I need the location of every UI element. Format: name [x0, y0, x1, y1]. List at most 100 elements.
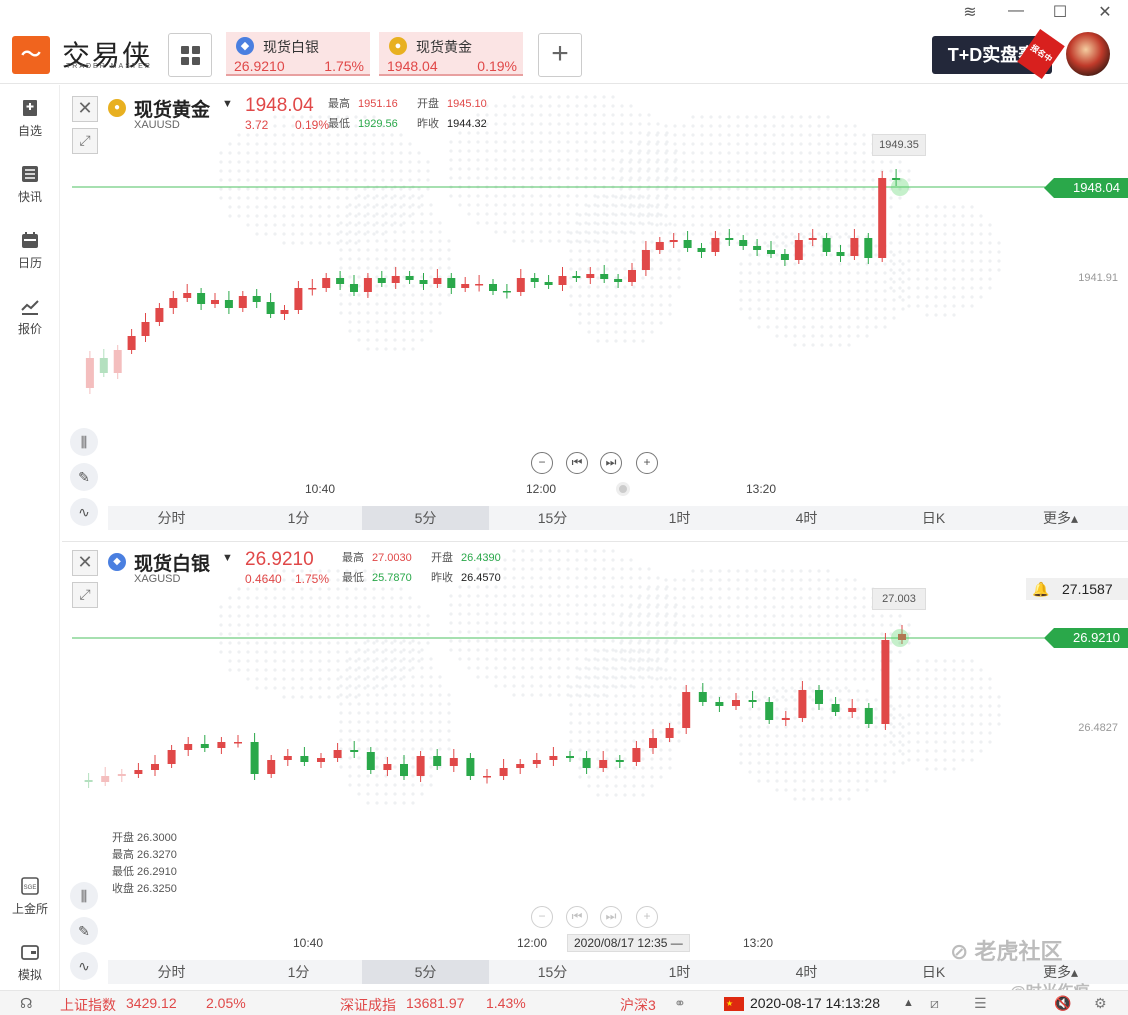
candle-up — [655, 237, 664, 254]
index-sz-label[interactable]: 深证成指 — [340, 995, 396, 1015]
zoom-out-button[interactable]: − — [531, 452, 553, 474]
skip-forward-button[interactable]: ⏭ — [600, 452, 622, 474]
tab-period[interactable]: 1时 — [616, 506, 743, 530]
mute-icon[interactable]: 🔇 — [1054, 995, 1071, 1012]
candle-up — [781, 711, 790, 726]
current-price-tag: 26.9210 — [1044, 628, 1128, 648]
maximize-icon[interactable]: ☐ — [1048, 2, 1072, 22]
candle-down — [864, 703, 873, 728]
link-icon[interactable]: ⚭ — [674, 995, 686, 1012]
tab-period[interactable]: 4时 — [743, 506, 870, 530]
expand-icon[interactable]: ⤢ — [72, 582, 98, 608]
candle-down — [697, 243, 706, 258]
bell-icon[interactable]: 🔔 — [1032, 578, 1049, 600]
tab-period[interactable]: 15分 — [489, 960, 616, 984]
candle-style-icon[interactable]: ⫼ — [70, 428, 98, 456]
tab-period[interactable]: 日K — [870, 506, 997, 530]
tab-silver-change: 1.75% — [324, 58, 364, 74]
headset-icon[interactable]: ☊ — [20, 995, 32, 1012]
candle-up — [134, 763, 143, 778]
skip-forward-button[interactable]: ⏭ — [600, 906, 622, 928]
candle-down — [99, 349, 108, 377]
settings-icon[interactable]: ⚙ — [1094, 995, 1107, 1012]
sidebar-item-label: 自选 — [17, 124, 42, 138]
candle-up — [878, 171, 887, 262]
candle-down — [780, 249, 789, 266]
skip-back-button[interactable]: ⏮ — [566, 452, 588, 474]
watermark-text: 老虎社区 — [974, 939, 1063, 964]
tab-gold-change: 0.19% — [477, 58, 517, 74]
tab-period[interactable]: 分时 — [108, 960, 235, 984]
candle-down — [250, 733, 259, 780]
reference-price: 26.4827 — [1078, 722, 1118, 734]
tab-period[interactable]: 1分 — [235, 506, 362, 530]
chevron-up-icon[interactable]: ▲ — [903, 997, 914, 1009]
silver-icon: ◆ — [236, 37, 254, 55]
tab-period[interactable]: 15分 — [489, 506, 616, 530]
gold-candlestick-chart[interactable] — [62, 88, 1128, 540]
promo-tag: 报名中 — [1017, 29, 1065, 79]
candle-down — [366, 747, 375, 774]
tab-period-active[interactable]: 5分 — [362, 960, 489, 984]
tab-silver[interactable]: ◆ 现货白银 26.9210 1.75% — [226, 32, 370, 76]
watermark: ⊘ 老虎社区 — [950, 939, 1063, 964]
tab-period-active[interactable]: 5分 — [362, 506, 489, 530]
candle-down — [748, 691, 757, 708]
index-sh-label[interactable]: 上证指数 — [60, 995, 116, 1015]
layers-icon[interactable]: ≋ — [958, 2, 982, 22]
close-panel-button[interactable]: ✕ — [72, 550, 98, 576]
app-name-en: TRADER MASTER — [66, 63, 152, 70]
avatar[interactable] — [1066, 32, 1110, 76]
sidebar-item-quotes[interactable]: 报价 — [0, 297, 60, 337]
pencil-icon[interactable]: ✎ — [70, 463, 98, 491]
candle-down — [350, 275, 358, 296]
period-bar: 分时 1分 5分 15分 1时 4时 日K 更多▴ — [108, 506, 1128, 530]
sidebar-item-calendar[interactable]: 日历 — [0, 231, 60, 271]
tab-gold[interactable]: ● 现货黄金 1948.04 0.19% — [379, 32, 523, 76]
crosshair-time-label: 2020/08/17 12:35 — — [567, 934, 690, 952]
expand-icon[interactable]: ⤢ — [72, 128, 98, 154]
add-tab-button[interactable]: + — [538, 33, 582, 77]
tab-period[interactable]: 4时 — [743, 960, 870, 984]
zoom-in-button[interactable]: + — [636, 906, 658, 928]
indicator-icon[interactable]: ∿ — [70, 498, 98, 526]
gold-chart-panel: ✕ ⤢ ● 现货黄金 ▼ XAUUSD 1948.04 3.72 0.19% 最… — [62, 88, 1128, 540]
chevron-down-icon[interactable]: ▼ — [222, 98, 233, 110]
chevron-down-icon[interactable]: ▼ — [222, 552, 233, 564]
sidebar-item-sge[interactable]: SGE 上金所 — [0, 877, 60, 917]
zoom-out-button[interactable]: − — [531, 906, 553, 928]
candle-down — [405, 271, 414, 284]
symbol-name[interactable]: 现货黄金 — [134, 95, 210, 122]
candle-style-icon[interactable]: ⫼ — [70, 882, 98, 910]
sidebar-item-watchlist[interactable]: 自选 — [0, 99, 60, 139]
promo-banner[interactable]: T+D实盘赛 报名中 — [932, 29, 1065, 79]
pencil-icon[interactable]: ✎ — [70, 917, 98, 945]
layout-grid-button[interactable] — [168, 33, 212, 77]
tab-period[interactable]: 1分 — [235, 960, 362, 984]
skip-back-button[interactable]: ⏮ — [566, 906, 588, 928]
tab-period[interactable]: 1时 — [616, 960, 743, 984]
candle-up — [217, 737, 226, 754]
zoom-in-button[interactable]: + — [636, 452, 658, 474]
close-icon[interactable]: ✕ — [1093, 2, 1117, 22]
candle-up — [383, 757, 392, 776]
sidebar-item-news[interactable]: 快讯 — [0, 165, 60, 205]
candle-down — [715, 697, 724, 712]
tab-gold-name: 现货黄金 — [416, 39, 472, 55]
sidebar-item-label: 报价 — [17, 322, 42, 336]
tab-period-more[interactable]: 更多▴ — [997, 506, 1124, 530]
index-hs-label[interactable]: 沪深3 — [620, 995, 656, 1015]
close-panel-button[interactable]: ✕ — [72, 96, 98, 122]
silver-candlestick-chart[interactable] — [62, 542, 1128, 994]
minimize-icon[interactable]: — — [1004, 2, 1028, 20]
indicator-icon[interactable]: ∿ — [70, 952, 98, 980]
symbol-name[interactable]: 现货白银 — [134, 549, 210, 576]
sidebar-item-simulate[interactable]: 模拟 — [0, 943, 60, 983]
scroll-handle[interactable] — [616, 482, 630, 496]
fullscreen-icon[interactable]: ⧄ — [930, 995, 939, 1012]
menu-icon[interactable]: ☰ — [974, 995, 987, 1012]
top-bar: 〜 交易侠 TRADER MASTER ◆ 现货白银 26.9210 1.75%… — [0, 0, 1128, 84]
ohlc-open: 开盘 26.3000 — [112, 832, 177, 844]
tab-period[interactable]: 分时 — [108, 506, 235, 530]
price-alert[interactable]: 🔔 27.1587 — [1026, 578, 1128, 600]
